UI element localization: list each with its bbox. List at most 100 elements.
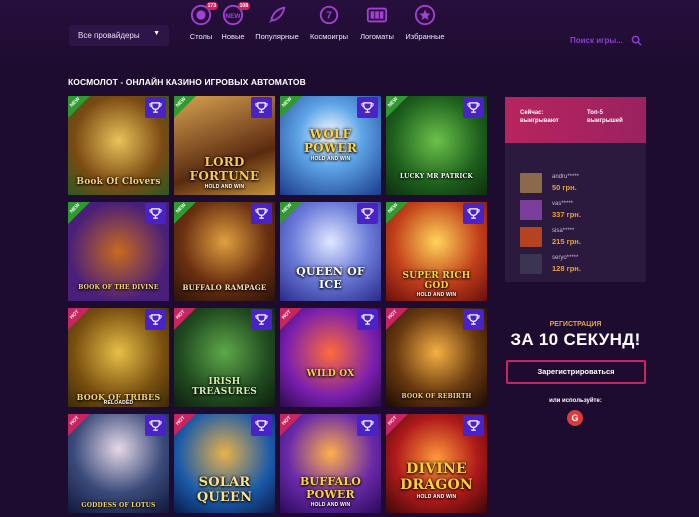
trophy-icon[interactable] [145, 309, 166, 330]
star-icon [413, 3, 437, 27]
game-title: BOOK OF REBIRTH [401, 393, 472, 400]
category-popular[interactable]: Популярные [250, 3, 304, 41]
search-input[interactable]: Поиск игры... [570, 36, 623, 45]
category-label: Космоигры [309, 32, 349, 41]
trophy-icon[interactable] [463, 203, 484, 224]
winners-header: Сейчас: выигрывают Топ-5 выигрышей [505, 97, 646, 143]
game-tile[interactable]: NEW LORD FORTUNE HOLD AND WIN [174, 96, 275, 195]
game-title: SOLAR QUEEN [196, 475, 253, 505]
game-tile[interactable]: NEW Book Of Clovers [68, 96, 169, 195]
winner-user: andru***** [552, 174, 580, 180]
game-subtitle: HOLD AND WIN [310, 156, 351, 162]
winners-top-tab[interactable]: Топ-5 выигрышей [587, 109, 623, 125]
category-label: Логоматы [360, 32, 394, 41]
trophy-icon[interactable] [357, 97, 378, 118]
game-title: LUCKY MR PATRICK [400, 173, 473, 180]
category-favorites[interactable]: Избранные [398, 3, 452, 41]
category-cosmogames[interactable]: 7 Космоигры [302, 3, 356, 41]
winners-now-label: Сейчас: [520, 110, 544, 116]
game-tile[interactable]: NEW BUFFALO RAMPAGE [174, 202, 275, 301]
game-tile[interactable]: HOT BOOK OF TRIBES RELOADED [68, 308, 169, 407]
winners-panel: Сейчас: выигрывают Топ-5 выигрышей andru… [505, 97, 646, 282]
game-title: QUEEN OF ICE [296, 265, 365, 291]
provider-select-label: Все провайдеры [78, 31, 140, 40]
trophy-icon[interactable] [145, 415, 166, 436]
winner-amount: 215 грн. [552, 237, 581, 246]
slot-machine-icon [365, 3, 389, 27]
trophy-icon[interactable] [463, 415, 484, 436]
registration-label: РЕГИСТРАЦИЯ [549, 321, 602, 328]
winners-now-tab[interactable]: Сейчас: выигрывают [520, 109, 559, 125]
page-title: КОСМОЛОТ - ОНЛАЙН КАЗИНО ИГРОВЫХ АВТОМАТ… [68, 77, 306, 87]
winner-amount: 50 грн. [552, 183, 577, 192]
game-title: BUFFALO RAMPAGE [182, 283, 267, 292]
game-tile[interactable]: NEW QUEEN OF ICE [280, 202, 381, 301]
game-tile[interactable]: HOT WILD OX [280, 308, 381, 407]
game-subtitle: HOLD AND WIN [310, 502, 351, 508]
planet-seven-icon: 7 [317, 3, 341, 27]
trophy-icon[interactable] [251, 203, 272, 224]
winner-row[interactable]: vas***** 337 грн. [520, 200, 640, 222]
winner-row[interactable]: seryo***** 128 грн. [520, 254, 640, 276]
winners-top-label: Топ-5 [587, 110, 603, 116]
game-tile[interactable]: HOT BUFFALO POWER HOLD AND WIN [280, 414, 381, 513]
trophy-icon[interactable] [357, 309, 378, 330]
winner-amount: 128 грн. [552, 264, 581, 273]
or-use-label: или используйте: [549, 398, 602, 404]
trophy-icon[interactable] [251, 97, 272, 118]
game-tile[interactable]: HOT GODDESS OF LOTUS [68, 414, 169, 513]
game-title: SUPER RICH GOD [402, 271, 471, 291]
caret-down-icon: ▼ [153, 30, 160, 37]
winner-user: seryo***** [552, 255, 579, 261]
game-title: Book Of Clovers [76, 177, 161, 187]
game-title: LORD FORTUNE [189, 155, 260, 183]
winner-user: sisa***** [552, 228, 575, 234]
game-subtitle: HOLD AND WIN [416, 292, 457, 298]
new-count-badge: 108 [237, 2, 250, 10]
game-title: BOOK OF THE DIVINE [78, 284, 159, 291]
game-subtitle: HOLD AND WIN [204, 184, 245, 190]
game-tile[interactable]: HOT DIVINE DRAGON HOLD AND WIN [386, 414, 487, 513]
game-title: BUFFALO POWER [299, 475, 362, 501]
trophy-icon[interactable] [357, 203, 378, 224]
category-label: Популярные [255, 32, 299, 41]
google-icon[interactable]: G [567, 410, 583, 426]
registration-headline: ЗА 10 СЕКУНД! [510, 330, 641, 349]
register-button[interactable]: Зарегистрироваться [506, 360, 646, 384]
search-icon[interactable] [631, 35, 642, 46]
new-badge-icon: NEW 108 [221, 2, 250, 27]
game-title: WOLF POWER [303, 127, 358, 155]
winner-amount: 337 грн. [552, 210, 581, 219]
game-tile[interactable]: HOT IRISH TREASURES [174, 308, 275, 407]
game-tile[interactable]: NEW LUCKY MR PATRICK [386, 96, 487, 195]
games-grid: NEW Book Of Clovers NEW LORD FORTUNE HOLD AN… [68, 96, 489, 517]
trophy-icon[interactable] [357, 415, 378, 436]
svg-text:7: 7 [326, 11, 332, 22]
winners-now-label-2: выигрывают [520, 118, 559, 124]
game-tile[interactable]: HOT SOLAR QUEEN [174, 414, 275, 513]
svg-text:NEW: NEW [226, 13, 242, 20]
winner-game-thumbnail [520, 254, 542, 274]
provider-select[interactable]: Все провайдеры ▼ [69, 25, 169, 46]
winner-row[interactable]: andru***** 50 грн. [520, 173, 640, 195]
game-title: IRISH TREASURES [191, 377, 257, 397]
category-logomats[interactable]: Логоматы [350, 3, 404, 41]
game-tile[interactable]: NEW BOOK OF THE DIVINE [68, 202, 169, 301]
winner-row[interactable]: sisa***** 215 грн. [520, 227, 640, 249]
trophy-icon[interactable] [145, 97, 166, 118]
game-title: DIVINE DRAGON [400, 461, 473, 493]
trophy-icon[interactable] [463, 309, 484, 330]
game-tile[interactable]: NEW SUPER RICH GOD HOLD AND WIN [386, 202, 487, 301]
trophy-icon[interactable] [251, 415, 272, 436]
game-title: GODDESS OF LOTUS [81, 502, 156, 509]
trophy-icon[interactable] [251, 309, 272, 330]
game-tile[interactable]: NEW WOLF POWER HOLD AND WIN [280, 96, 381, 195]
winner-game-thumbnail [520, 200, 542, 220]
game-tile[interactable]: HOT BOOK OF REBIRTH [386, 308, 487, 407]
category-label: Избранные [405, 32, 445, 41]
winner-user: vas***** [552, 201, 574, 207]
trophy-icon[interactable] [463, 97, 484, 118]
game-subtitle: HOLD AND WIN [416, 494, 457, 500]
game-title: WILD OX [306, 369, 355, 379]
trophy-icon[interactable] [145, 203, 166, 224]
